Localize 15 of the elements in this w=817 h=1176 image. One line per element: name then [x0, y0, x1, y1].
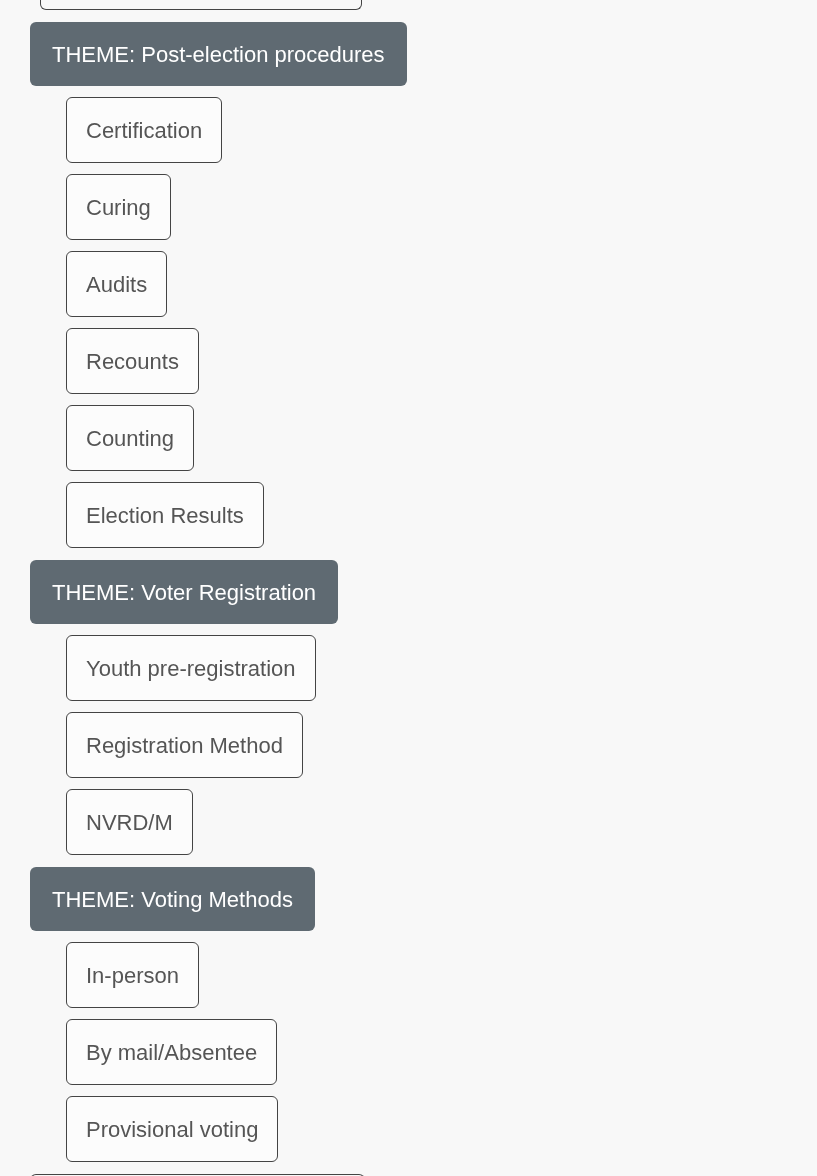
theme-header: THEME: Post-election procedures — [30, 22, 407, 86]
topic-chip[interactable]: In-person — [66, 942, 199, 1008]
topic-chip[interactable]: Curing — [66, 174, 171, 240]
topic-chip[interactable]: Provisional voting — [66, 1096, 279, 1162]
topic-chip[interactable]: Audits — [66, 251, 168, 317]
topic-chip[interactable]: NVRD/M — [66, 789, 193, 855]
theme-header: THEME: Voter Registration — [30, 560, 339, 624]
topic-chip[interactable]: Counting — [66, 405, 195, 471]
topic-chip[interactable]: Election Results — [66, 482, 264, 548]
topic-chip[interactable]: Youth pre-registration — [66, 635, 316, 701]
topic-chip[interactable]: By mail/Absentee — [66, 1019, 278, 1085]
topic-chip[interactable]: Certification — [66, 97, 223, 163]
topic-chip[interactable]: Recounts — [66, 328, 199, 394]
theme-header: THEME: Voting Methods — [30, 867, 315, 931]
topic-chip[interactable]: Registration Method — [66, 712, 303, 778]
